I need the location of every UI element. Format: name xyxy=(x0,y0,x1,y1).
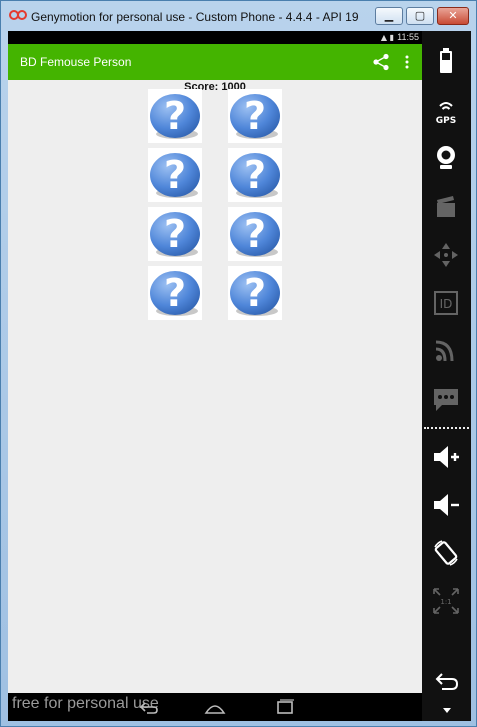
rss-icon[interactable] xyxy=(430,335,462,367)
app-title: BD Femouse Person xyxy=(20,55,132,69)
question-mark-icon: ? xyxy=(150,212,200,257)
gps-icon[interactable]: GPS xyxy=(430,97,462,129)
emulator-side-panel: GPS ID 1:1 xyxy=(422,31,471,721)
id-icon[interactable]: ID xyxy=(430,287,462,319)
question-mark-icon: ? xyxy=(150,94,200,139)
volume-up-icon[interactable] xyxy=(430,441,462,473)
question-mark-icon: ? xyxy=(230,212,280,257)
hidden-card[interactable]: ? xyxy=(228,89,282,143)
webcam-icon[interactable] xyxy=(430,141,462,173)
back-nav-icon[interactable] xyxy=(137,699,159,715)
android-nav-bar: free for personal use xyxy=(8,693,422,721)
video-capture-icon[interactable] xyxy=(430,191,462,223)
score-label: Score: 1000 xyxy=(184,81,246,93)
android-status-bar: ▲ ▮ 11:55 xyxy=(8,31,422,44)
card-symbol: ? xyxy=(244,212,266,256)
scale-label: 1:1 xyxy=(440,598,451,606)
signal-battery-icon: ▲ ▮ xyxy=(380,33,394,42)
hidden-card[interactable]: ? xyxy=(228,266,282,320)
card-symbol: ? xyxy=(164,212,186,256)
card-symbol: ? xyxy=(244,94,266,138)
gps-label: GPS xyxy=(436,116,456,126)
home-nav-icon[interactable] xyxy=(204,699,226,715)
hidden-card[interactable]: ? xyxy=(148,89,202,143)
card-symbol: ? xyxy=(164,94,186,138)
rotate-icon[interactable] xyxy=(430,537,462,569)
dpad-icon[interactable] xyxy=(430,239,462,271)
minimize-icon: ▁ xyxy=(384,9,394,22)
question-mark-icon: ? xyxy=(230,153,280,198)
hidden-card[interactable]: ? xyxy=(148,266,202,320)
status-time: 11:55 xyxy=(397,32,419,42)
scale-icon[interactable]: 1:1 xyxy=(430,585,462,617)
hidden-card[interactable]: ? xyxy=(148,207,202,261)
app-action-bar: BD Femouse Person xyxy=(8,44,422,80)
question-mark-icon: ? xyxy=(150,153,200,198)
card-symbol: ? xyxy=(164,153,186,197)
window-titlebar[interactable]: Genymotion for personal use - Custom Pho… xyxy=(1,1,476,31)
hidden-card[interactable]: ? xyxy=(228,207,282,261)
close-icon: ✕ xyxy=(448,9,458,22)
overflow-menu-icon[interactable] xyxy=(404,54,410,70)
question-mark-icon: ? xyxy=(150,271,200,316)
game-content: Score: 1000 ???????? xyxy=(8,80,422,693)
device-frame: ▲ ▮ 11:55 BD Femouse Person Score: 1000 … xyxy=(8,31,471,721)
id-label: ID xyxy=(440,297,453,311)
genymotion-logo-icon xyxy=(9,10,27,20)
recents-nav-icon[interactable] xyxy=(274,699,296,715)
card-symbol: ? xyxy=(244,153,266,197)
maximize-button[interactable]: ▢ xyxy=(406,7,434,25)
window-title: Genymotion for personal use - Custom Pho… xyxy=(31,10,361,24)
volume-down-icon[interactable] xyxy=(430,489,462,521)
question-mark-icon: ? xyxy=(230,94,280,139)
panel-divider xyxy=(424,427,469,429)
genymotion-window: Genymotion for personal use - Custom Pho… xyxy=(0,0,477,727)
minimize-button[interactable]: ▁ xyxy=(375,7,403,25)
sms-icon[interactable] xyxy=(430,383,462,415)
hidden-card[interactable]: ? xyxy=(228,148,282,202)
close-button[interactable]: ✕ xyxy=(437,7,469,25)
share-icon[interactable] xyxy=(372,53,390,71)
card-symbol: ? xyxy=(164,271,186,315)
maximize-icon: ▢ xyxy=(414,9,426,22)
hidden-card[interactable]: ? xyxy=(148,148,202,202)
battery-icon[interactable] xyxy=(430,45,462,77)
card-symbol: ? xyxy=(244,271,266,315)
question-mark-icon: ? xyxy=(230,271,280,316)
back-icon[interactable] xyxy=(430,667,462,699)
menu-down-icon[interactable] xyxy=(442,707,452,715)
